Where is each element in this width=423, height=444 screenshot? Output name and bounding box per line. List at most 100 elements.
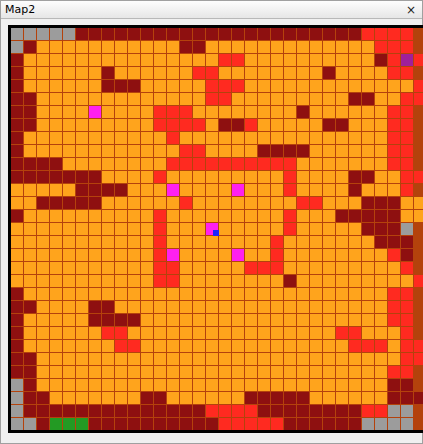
map-cell[interactable] [271,340,283,352]
map-cell[interactable] [219,405,231,417]
map-cell[interactable] [258,379,270,391]
map-cell[interactable] [206,132,218,144]
map-cell[interactable] [76,340,88,352]
map-cell[interactable] [37,314,49,326]
map-cell[interactable] [193,145,205,157]
map-cell[interactable] [271,275,283,287]
map-cell[interactable] [271,353,283,365]
map-cell[interactable] [193,418,205,430]
map-cell[interactable] [206,366,218,378]
map-cell[interactable] [89,275,101,287]
map-cell[interactable] [388,106,400,118]
map-cell[interactable] [258,145,270,157]
map-cell[interactable] [167,28,179,40]
map-cell[interactable] [375,93,387,105]
map-cell[interactable] [89,236,101,248]
map-cell[interactable] [245,379,257,391]
map-cell[interactable] [37,171,49,183]
map-cell[interactable] [336,67,348,79]
map-cell[interactable] [336,288,348,300]
map-cell[interactable] [219,301,231,313]
map-cell[interactable] [141,418,153,430]
map-cell[interactable] [50,197,62,209]
map-cell[interactable] [284,67,296,79]
map-cell[interactable] [310,119,322,131]
map-cell[interactable] [63,262,75,274]
map-cell[interactable] [141,93,153,105]
map-cell[interactable] [63,184,75,196]
map-cell[interactable] [297,275,309,287]
map-cell[interactable] [219,366,231,378]
map-cell[interactable] [245,80,257,92]
map-cell[interactable] [401,262,413,274]
map-cell[interactable] [11,28,23,40]
map-cell[interactable] [349,379,361,391]
map-cell[interactable] [193,392,205,404]
map-cell[interactable] [271,80,283,92]
map-cell[interactable] [11,106,23,118]
map-cell[interactable] [297,288,309,300]
map-cell[interactable] [206,80,218,92]
map-cell[interactable] [193,171,205,183]
map-cell[interactable] [258,210,270,222]
map-cell[interactable] [11,158,23,170]
map-cell[interactable] [115,119,127,131]
map-cell[interactable] [154,418,166,430]
map-cell[interactable] [76,145,88,157]
map-cell[interactable] [297,93,309,105]
map-cell[interactable] [11,353,23,365]
map-cell[interactable] [284,28,296,40]
map-cell[interactable] [284,106,296,118]
map-cell[interactable] [206,93,218,105]
map-cell[interactable] [50,288,62,300]
map-cell[interactable] [24,418,36,430]
map-cell[interactable] [24,41,36,53]
map-cell[interactable] [193,93,205,105]
map-cell[interactable] [154,41,166,53]
map-cell[interactable] [375,223,387,235]
map-cell[interactable] [115,249,127,261]
map-cell[interactable] [284,366,296,378]
map-cell[interactable] [349,418,361,430]
map-cell[interactable] [102,379,114,391]
map-cell[interactable] [310,340,322,352]
map-cell[interactable] [336,314,348,326]
map-cell[interactable] [141,210,153,222]
map-cell[interactable] [63,67,75,79]
map-cell[interactable] [375,28,387,40]
map-cell[interactable] [297,67,309,79]
map-cell[interactable] [245,249,257,261]
map-cell[interactable] [102,236,114,248]
map-cell[interactable] [115,54,127,66]
map-cell[interactable] [206,210,218,222]
map-cell[interactable] [219,340,231,352]
map-cell[interactable] [180,93,192,105]
map-cell[interactable] [24,80,36,92]
map-cell[interactable] [128,314,140,326]
map-cell[interactable] [206,236,218,248]
map-cell[interactable] [76,288,88,300]
map-cell[interactable] [349,80,361,92]
map-cell[interactable] [375,288,387,300]
map-cell[interactable] [63,80,75,92]
map-cell[interactable] [336,275,348,287]
map-cell[interactable] [401,340,413,352]
map-cell[interactable] [271,366,283,378]
map-cell[interactable] [37,184,49,196]
map-cell[interactable] [115,145,127,157]
map-cell[interactable] [89,262,101,274]
map-cell[interactable] [271,119,283,131]
map-cell[interactable] [271,158,283,170]
map-cell[interactable] [310,275,322,287]
map-cell[interactable] [349,392,361,404]
map-cell[interactable] [193,366,205,378]
map-cell[interactable] [323,392,335,404]
map-cell[interactable] [24,171,36,183]
map-cell[interactable] [349,41,361,53]
map-cell[interactable] [297,405,309,417]
map-cell[interactable] [284,80,296,92]
map-cell[interactable] [63,418,75,430]
map-cell[interactable] [258,28,270,40]
map-cell[interactable] [154,80,166,92]
map-cell[interactable] [297,197,309,209]
